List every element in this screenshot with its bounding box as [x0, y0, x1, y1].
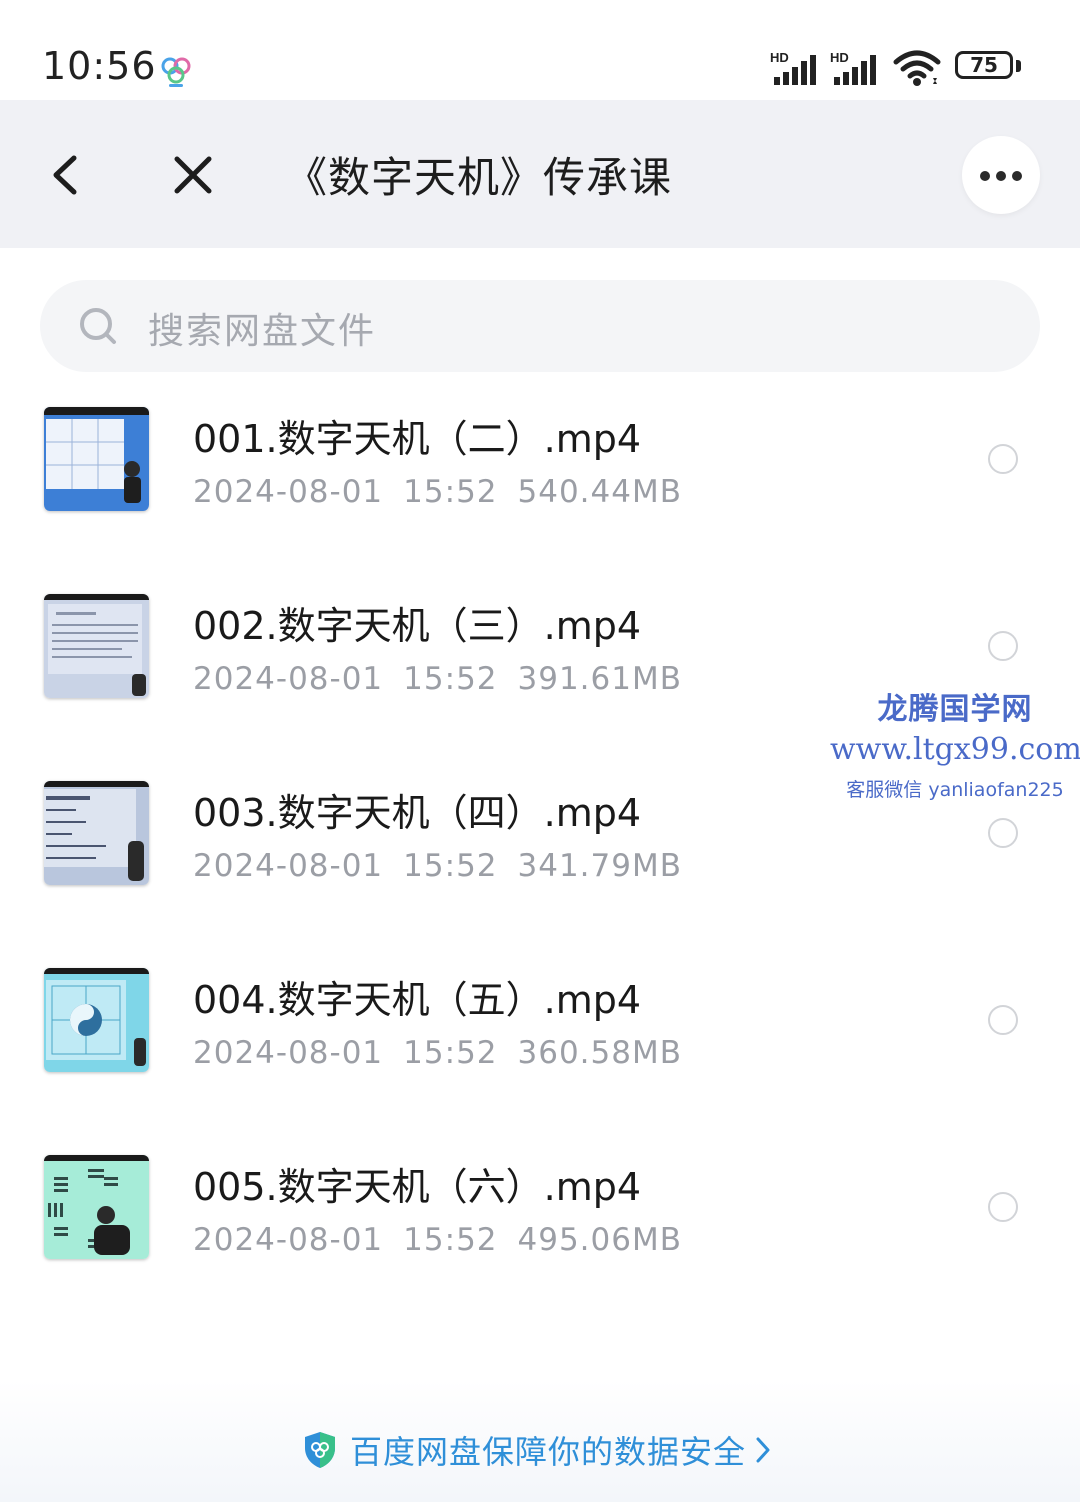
watermark-contact: 客服微信 yanliaofan225 — [846, 779, 1064, 801]
file-row[interactable]: 004.数字天机（五）.mp4 2024-08-01 15:52 360.58MB — [0, 957, 1080, 1144]
select-radio[interactable] — [988, 1192, 1018, 1222]
search-input[interactable]: 搜索网盘文件 — [40, 280, 1040, 372]
file-name: 003.数字天机（四）.mp4 — [193, 791, 642, 835]
security-banner[interactable]: 百度网盘保障你的数据安全 — [302, 1428, 772, 1472]
file-meta: 2024-08-01 15:52 391.61MB — [193, 661, 702, 697]
page-title: 《数字天机》传承课 — [285, 153, 673, 202]
baidu-netdisk-icon — [161, 57, 191, 87]
search-placeholder: 搜索网盘文件 — [148, 311, 377, 352]
more-button[interactable] — [962, 136, 1040, 214]
more-horizontal-icon — [980, 171, 990, 181]
file-meta: 2024-08-01 15:52 341.79MB — [193, 848, 702, 884]
file-time: 15:52 — [403, 848, 498, 884]
file-date: 2024-08-01 — [193, 1035, 384, 1071]
watermark-url: www.ltgx99.com — [830, 732, 1080, 767]
file-size: 341.79MB — [517, 848, 682, 884]
file-date: 2024-08-01 — [193, 1222, 384, 1258]
file-time: 15:52 — [403, 474, 498, 510]
shield-icon — [305, 1432, 335, 1468]
file-size: 495.06MB — [517, 1222, 682, 1258]
chevron-left-icon[interactable] — [44, 150, 88, 200]
video-thumbnail — [44, 407, 149, 511]
file-meta: 2024-08-01 15:52 495.06MB — [193, 1222, 702, 1258]
video-thumbnail — [44, 594, 149, 698]
nav-bar: 《数字天机》传承课 — [0, 100, 1080, 248]
file-date: 2024-08-01 — [193, 661, 384, 697]
file-row[interactable]: 001.数字天机（二）.mp4 2024-08-01 15:52 540.44MB — [0, 396, 1080, 583]
file-date: 2024-08-01 — [193, 848, 384, 884]
file-name: 004.数字天机（五）.mp4 — [193, 978, 642, 1022]
battery-indicator: 75 — [955, 51, 1025, 85]
select-radio[interactable] — [988, 444, 1018, 474]
video-thumbnail — [44, 781, 149, 885]
file-size: 391.61MB — [517, 661, 682, 697]
signal-strength-icon: HD — [770, 50, 816, 85]
video-thumbnail — [44, 1155, 149, 1259]
footer: 百度网盘保障你的数据安全 — [0, 1380, 1080, 1502]
status-bar: 10:56 HD HD 75 — [0, 0, 1080, 100]
search-icon — [80, 308, 116, 344]
security-banner-text: 百度网盘保障你的数据安全 — [350, 1433, 747, 1471]
status-time: 10:56 — [42, 44, 157, 88]
svg-text:HD: HD — [770, 50, 789, 65]
battery-level: 75 — [970, 53, 998, 77]
file-row[interactable]: 005.数字天机（六）.mp4 2024-08-01 15:52 495.06MB — [0, 1144, 1080, 1331]
file-size: 360.58MB — [517, 1035, 682, 1071]
file-meta: 2024-08-01 15:52 540.44MB — [193, 474, 702, 510]
signal-strength-icon: HD — [830, 50, 876, 85]
select-radio[interactable] — [988, 818, 1018, 848]
watermark: 龙腾国学网 www.ltgx99.com 客服微信 yanliaofan225 — [830, 684, 1080, 802]
file-name: 005.数字天机（六）.mp4 — [193, 1165, 642, 1209]
chevron-right-icon — [756, 1437, 770, 1463]
svg-text:HD: HD — [830, 50, 849, 65]
file-size: 540.44MB — [517, 474, 682, 510]
wifi-icon — [893, 50, 941, 86]
watermark-title: 龙腾国学网 — [877, 692, 1033, 727]
file-name: 002.数字天机（三）.mp4 — [193, 604, 642, 648]
file-time: 15:52 — [403, 661, 498, 697]
file-meta: 2024-08-01 15:52 360.58MB — [193, 1035, 702, 1071]
video-thumbnail — [44, 968, 149, 1072]
select-radio[interactable] — [988, 1005, 1018, 1035]
close-icon[interactable] — [168, 150, 218, 200]
file-time: 15:52 — [403, 1035, 498, 1071]
file-name: 001.数字天机（二）.mp4 — [193, 417, 642, 461]
file-list: 001.数字天机（二）.mp4 2024-08-01 15:52 540.44MB … — [0, 396, 1080, 1331]
file-time: 15:52 — [403, 1222, 498, 1258]
select-radio[interactable] — [988, 631, 1018, 661]
file-date: 2024-08-01 — [193, 474, 384, 510]
